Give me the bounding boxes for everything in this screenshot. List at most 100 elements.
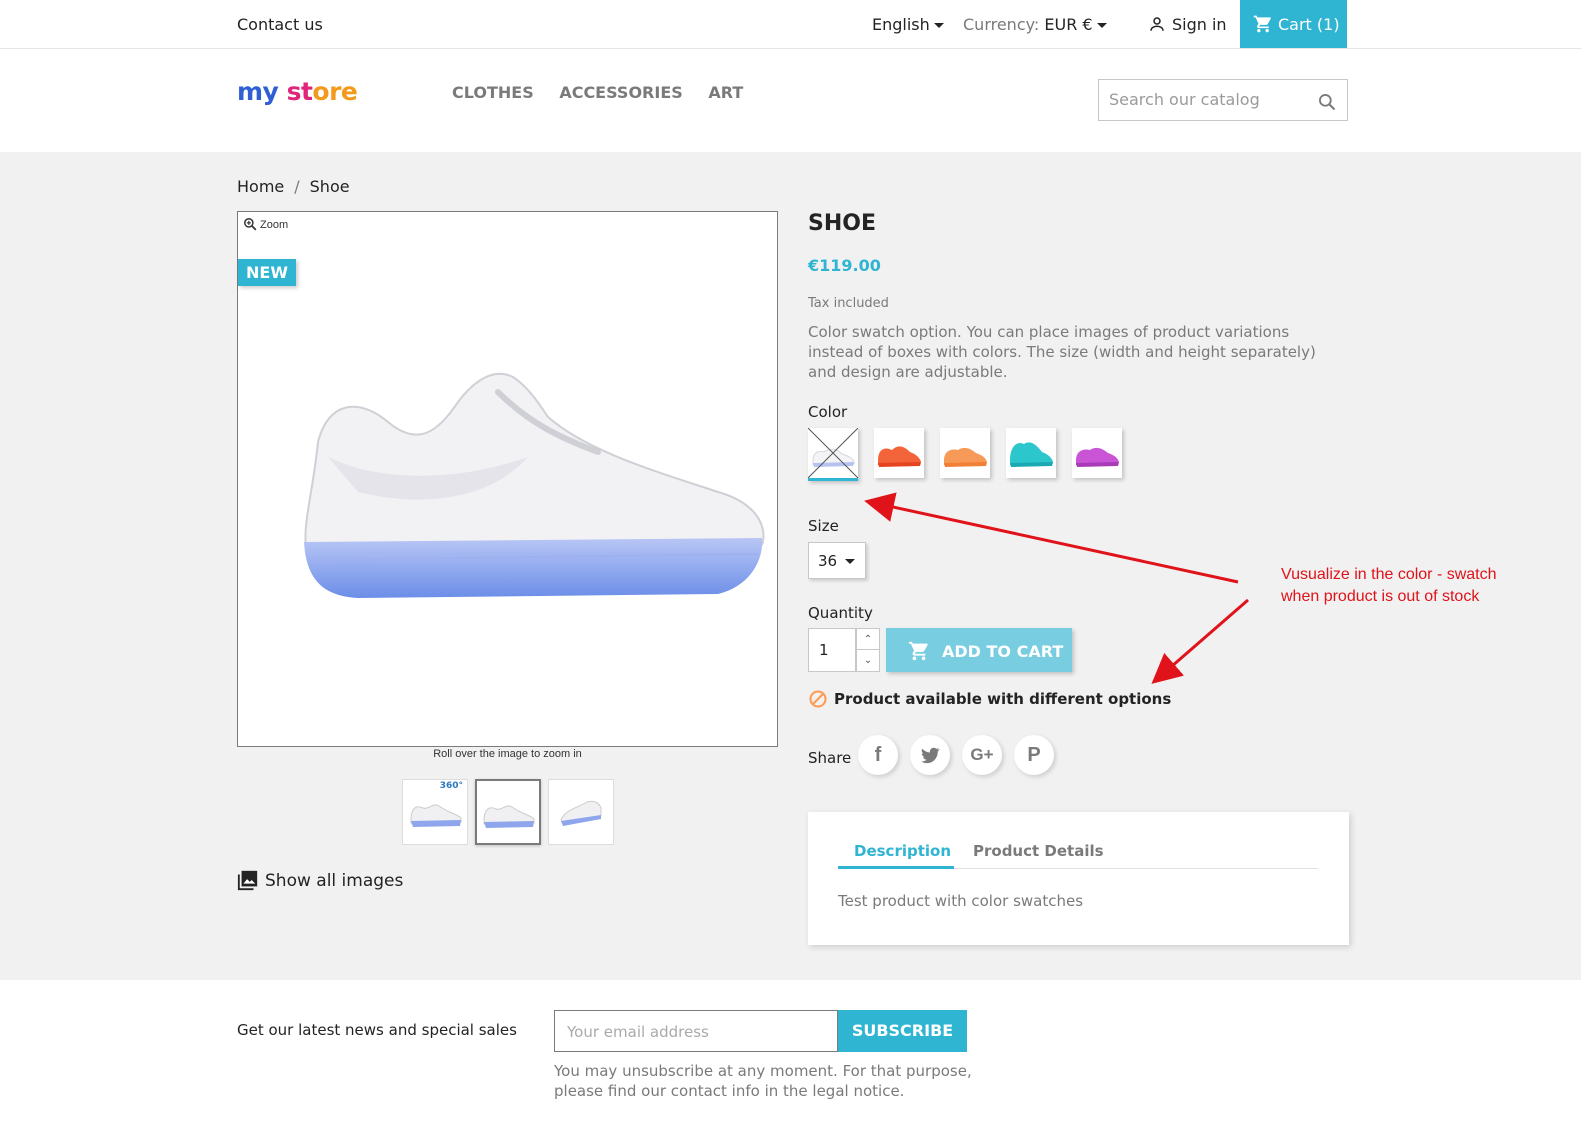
breadcrumb-separator: / (294, 177, 300, 196)
chevron-down-icon (1096, 23, 1107, 28)
tab-description[interactable]: Description (854, 842, 951, 860)
breadcrumb-current: Shoe (309, 177, 350, 196)
newsletter-section: Get our latest news and special sales SU… (0, 980, 1581, 1133)
cart-label: Cart (1) (1278, 15, 1340, 34)
site-header: my store CLOTHES ACCESSORIES ART (0, 49, 1581, 152)
subscribe-button[interactable]: SUBSCRIBE (838, 1010, 967, 1052)
size-value: 36 (818, 552, 838, 570)
product-tabs: Description Product Details Test product… (808, 812, 1349, 945)
shoe-thumbnail (410, 804, 462, 827)
currency-selector[interactable]: Currency: EUR € (963, 15, 1107, 34)
color-swatch-teal[interactable] (1006, 428, 1056, 478)
color-label: Color (808, 403, 848, 421)
show-all-images-link[interactable]: Show all images (237, 869, 403, 891)
thumbnail-360[interactable]: 360° (402, 779, 468, 845)
add-to-cart-button[interactable]: ADD TO CART (886, 628, 1072, 672)
annotation-arrow (1151, 598, 1249, 684)
shoe-swatch (944, 447, 987, 467)
menu-item-accessories[interactable]: ACCESSORIES (559, 83, 682, 102)
language-value: English (872, 15, 930, 34)
zoom-label: Zoom (260, 219, 289, 231)
twitter-share-button[interactable]: t (910, 735, 950, 775)
tab-content: Test product with color swatches (838, 892, 1084, 910)
zoom-in-icon (244, 218, 257, 231)
thumbnail-angle[interactable] (548, 779, 614, 845)
tab-product-details[interactable]: Product Details (973, 842, 1104, 860)
newsletter-text: Get our latest news and special sales (237, 1021, 517, 1039)
annotation-line: Vusualize in the color - swatch (1281, 566, 1497, 583)
rotate-360-icon: 360° (439, 781, 463, 791)
pinterest-icon: P (1027, 744, 1041, 766)
email-field[interactable] (567, 1023, 817, 1041)
color-swatch-red[interactable] (874, 428, 924, 478)
product-title: SHOE (808, 211, 876, 236)
store-logo[interactable]: my store (237, 77, 358, 106)
product-page: Home / Shoe Zoom NEW Roll over the image t… (0, 152, 1581, 980)
thumbnail-side[interactable] (475, 779, 541, 845)
menu-item-art[interactable]: ART (708, 83, 743, 102)
quantity-input[interactable]: 1 (808, 628, 856, 672)
shoe-thumbnail (560, 800, 602, 826)
logo-part: ore (312, 77, 358, 106)
facebook-icon: f (874, 744, 882, 766)
sign-in-link[interactable]: Sign in (1148, 15, 1227, 34)
shoe-image (304, 372, 765, 598)
newsletter-email-box (554, 1010, 838, 1052)
product-short-description: Color swatch option. You can place image… (808, 323, 1316, 381)
twitter-icon (921, 747, 940, 764)
tax-label: Tax included (808, 296, 889, 311)
shopping-cart-icon (908, 641, 928, 661)
share-label: Share (808, 749, 852, 767)
search-icon[interactable] (1317, 92, 1337, 112)
zoom-hint: Roll over the image to zoom in (433, 748, 582, 760)
search-input[interactable] (1109, 90, 1309, 109)
breadcrumb-home[interactable]: Home (237, 177, 284, 196)
google-plus-icon: G+ (970, 745, 994, 764)
quantity-stepper: ⌃ ⌄ (856, 628, 880, 672)
search-box (1098, 79, 1348, 121)
color-swatch-orange[interactable] (940, 428, 990, 478)
menu-item-clothes[interactable]: CLOTHES (452, 83, 534, 102)
color-swatch-purple[interactable] (1072, 428, 1122, 478)
chevron-down-icon (933, 23, 944, 28)
cart-button[interactable]: Cart (1) (1240, 0, 1347, 48)
unavailable-icon (809, 690, 827, 708)
shoe-thumbnail (483, 805, 535, 828)
currency-value: EUR € (1044, 15, 1093, 34)
annotation-line: when product is out of stock (1281, 588, 1480, 605)
product-price: €119.00 (808, 256, 881, 275)
main-menu: CLOTHES ACCESSORIES ART (452, 83, 763, 102)
size-select[interactable]: 36 (808, 542, 866, 579)
newsletter-note: You may unsubscribe at any moment. For t… (554, 1062, 972, 1100)
zoom-button[interactable]: Zoom (243, 217, 288, 231)
logo-part: my (237, 77, 279, 106)
shoe-swatch (1010, 442, 1053, 467)
currency-label: Currency: (963, 15, 1040, 34)
color-swatch-white-out-of-stock[interactable] (808, 428, 858, 481)
google-plus-share-button[interactable]: G+ (962, 735, 1002, 775)
pinterest-share-button[interactable]: P (1014, 735, 1054, 775)
show-all-label: Show all images (265, 871, 404, 891)
sign-in-label: Sign in (1172, 15, 1227, 34)
quantity-increase-button[interactable]: ⌃ (857, 629, 879, 650)
annotation-arrow (864, 492, 1239, 584)
active-tab-indicator (838, 866, 954, 869)
language-selector[interactable]: English (872, 15, 944, 34)
contact-us-link[interactable]: Contact us (237, 15, 323, 34)
top-bar: Contact us English Currency: EUR € Sign … (0, 0, 1581, 49)
quantity-label: Quantity (808, 604, 873, 622)
availability-text: Product available with different options (834, 690, 1172, 708)
availability-message: Product available with different options (808, 689, 1171, 709)
shoe-swatch (878, 446, 921, 467)
size-label: Size (808, 517, 839, 535)
quantity-decrease-button[interactable]: ⌄ (857, 650, 879, 671)
logo-part (278, 77, 286, 106)
add-to-cart-label: ADD TO CART (942, 642, 1064, 661)
product-main-image[interactable]: Zoom NEW (237, 211, 778, 747)
facebook-share-button[interactable]: f (858, 735, 898, 775)
breadcrumb: Home / Shoe (237, 177, 350, 196)
shoe-swatch (808, 428, 858, 478)
chevron-down-icon (845, 559, 856, 564)
shopping-cart-icon (1253, 15, 1271, 33)
new-badge: NEW (238, 259, 296, 286)
